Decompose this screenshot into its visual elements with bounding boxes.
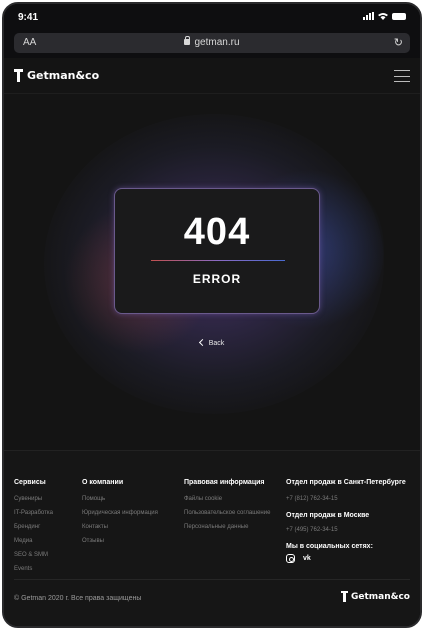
error-label: ERROR	[192, 272, 242, 286]
footer-link[interactable]: Файлы cookie	[184, 492, 270, 506]
gradient-divider	[151, 260, 285, 261]
back-label: Back	[208, 340, 225, 347]
chevron-left-icon	[198, 338, 206, 347]
footer-col-title: Сервисы	[14, 479, 46, 486]
footer-link[interactable]: Юридическая информация	[82, 506, 158, 520]
sales-spb-title: Отдел продаж в Санкт-Петербурге	[286, 479, 406, 486]
footer-logo[interactable]: Getman&co	[340, 591, 410, 602]
footer-link[interactable]: Персональные данные	[184, 520, 270, 534]
footer-link[interactable]: SEO & SMM	[14, 548, 53, 562]
status-bar: 9:41	[4, 4, 420, 30]
logo-text: Getman&co	[27, 69, 100, 82]
footer-col-services: Сервисы Сувениры IT-Разработка Брендинг …	[14, 479, 53, 576]
footer-link[interactable]: Отзывы	[82, 534, 158, 548]
lock-icon	[184, 36, 191, 45]
device-frame: 9:41 AA getman.ru ↻ Getman&co 404 ERROR …	[2, 2, 422, 628]
logo-mark-icon	[340, 591, 348, 602]
footer-link[interactable]: Events	[14, 562, 53, 576]
screen: 9:41 AA getman.ru ↻ Getman&co 404 ERROR …	[4, 4, 420, 626]
system-icons	[363, 12, 406, 20]
error-code: 404	[183, 211, 251, 253]
footer-link[interactable]: Медиа	[14, 534, 53, 548]
sales-spb-phone[interactable]: +7 (812) 762-34-15	[286, 492, 406, 506]
site-footer: Сервисы Сувениры IT-Разработка Брендинг …	[4, 450, 420, 626]
sales-msk-phone[interactable]: +7 (495) 762-34-15	[286, 523, 406, 537]
wifi-icon	[378, 13, 388, 20]
logo-mark-icon	[14, 69, 23, 82]
footer-col-title: Правовая информация	[184, 479, 265, 486]
footer-link[interactable]: Брендинг	[14, 520, 53, 534]
social-links: vk	[286, 554, 406, 563]
error-section: 404 ERROR Back	[4, 94, 420, 444]
status-time: 9:41	[18, 12, 39, 23]
address-bar[interactable]: AA getman.ru ↻	[14, 33, 410, 53]
sales-msk-title: Отдел продаж в Москве	[286, 512, 370, 519]
back-link[interactable]: Back	[4, 338, 420, 347]
hamburger-menu-icon[interactable]	[394, 70, 410, 82]
footer-logo-text: Getman&co	[350, 591, 410, 602]
site-header: Getman&co	[4, 58, 420, 94]
battery-icon	[392, 12, 406, 20]
footer-link[interactable]: IT-Разработка	[14, 506, 53, 520]
footer-col-legal: Правовая информация Файлы cookie Пользов…	[184, 479, 270, 534]
reload-icon[interactable]: ↻	[394, 36, 403, 49]
footer-col-company: О компании Помощь Юридическая информация…	[82, 479, 158, 548]
error-card: 404 ERROR	[114, 188, 320, 314]
social-title: Мы в социальных сетях:	[286, 543, 373, 550]
browser-address-row: AA getman.ru ↻	[4, 30, 420, 58]
instagram-icon[interactable]	[286, 554, 295, 563]
vk-icon[interactable]: vk	[303, 554, 311, 563]
footer-link[interactable]: Контакты	[82, 520, 158, 534]
footer-col-title: О компании	[82, 479, 124, 486]
footer-divider	[14, 579, 410, 580]
url-text: getman.ru	[194, 37, 240, 48]
footer-link[interactable]: Помощь	[82, 492, 158, 506]
footer-col-sales: Отдел продаж в Санкт-Петербурге +7 (812)…	[286, 479, 406, 563]
cellular-signal-icon	[363, 12, 374, 20]
footer-link[interactable]: Сувениры	[14, 492, 53, 506]
copyright-text: © Getman 2020 г. Все права защищены	[14, 595, 142, 602]
site-logo[interactable]: Getman&co	[14, 69, 99, 82]
url-display[interactable]: getman.ru	[14, 36, 410, 48]
footer-link[interactable]: Пользовательское соглашение	[184, 506, 270, 520]
